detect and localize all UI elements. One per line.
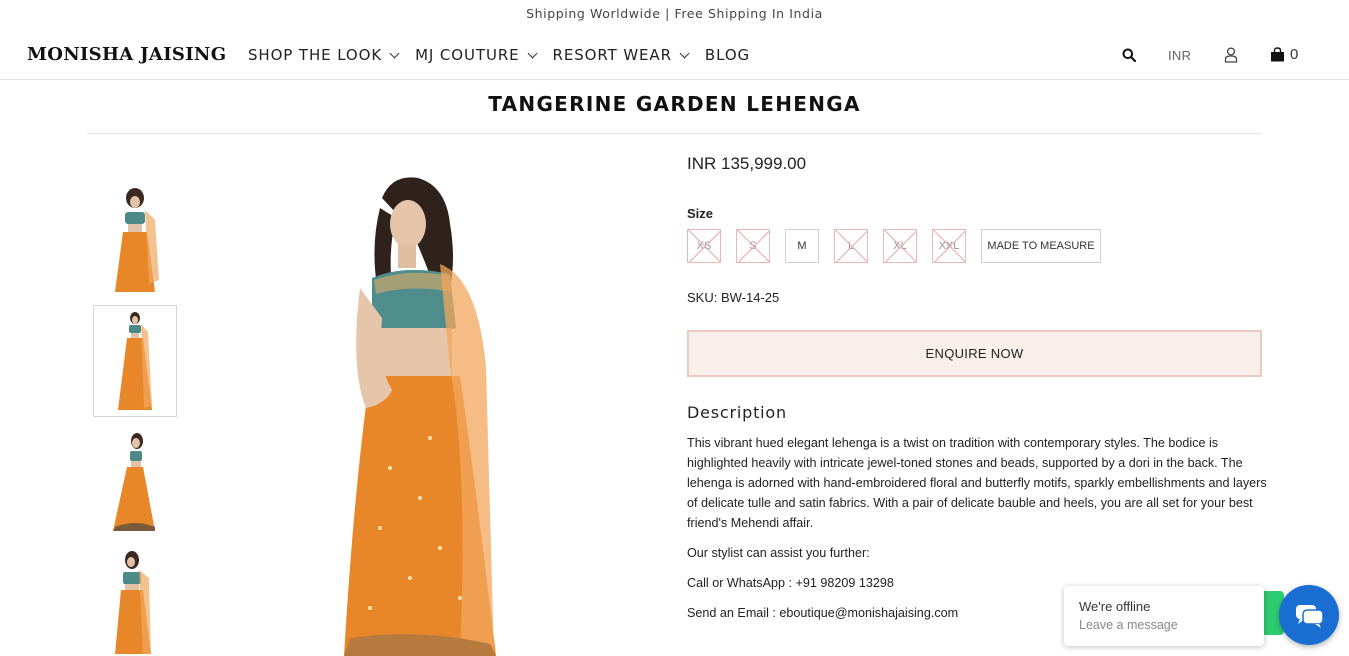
cart-count[interactable]: 0 (1290, 46, 1298, 63)
nav-blog[interactable]: BLOG (705, 46, 750, 64)
currency-selector[interactable]: INR (1168, 48, 1191, 63)
chevron-down-icon (389, 48, 400, 58)
product-title: TANGERINE GARDEN LEHENGA (87, 90, 1262, 134)
size-option-s-unavailable[interactable]: S (736, 229, 770, 263)
contact-email: Send an Email : eboutique@monishajaising… (687, 606, 959, 620)
size-selector: XS S M L XL XXL MADE TO MEASURE (687, 229, 1107, 263)
size-option-xl-unavailable[interactable]: XL (883, 229, 917, 263)
nav-resort-wear[interactable]: RESORT WEAR (552, 46, 690, 64)
search-icon[interactable] (1122, 48, 1136, 62)
chat-leave-message: Leave a message (1079, 618, 1178, 632)
product-thumbnail[interactable] (93, 423, 177, 535)
size-label: Size (687, 206, 714, 221)
product-thumbnail-image (118, 312, 152, 410)
nav-shop-the-look[interactable]: SHOP THE LOOK (248, 46, 400, 64)
site-logo[interactable]: MONISHA JAISING (27, 44, 226, 65)
chat-bubble-icon (1296, 605, 1324, 628)
chat-offline-popup[interactable]: We're offline Leave a message (1064, 586, 1264, 646)
contact-phone: Call or WhatsApp : +91 98209 13298 (687, 576, 894, 590)
product-thumbnail-active[interactable] (93, 305, 177, 417)
nav-label: RESORT WEAR (552, 46, 672, 64)
size-option-m[interactable]: M (785, 229, 819, 263)
chevron-down-icon (527, 48, 537, 58)
enquire-now-button[interactable]: ENQUIRE NOW (687, 330, 1262, 377)
nav-mj-couture[interactable]: MJ COUTURE (415, 46, 537, 64)
chat-status: We're offline (1079, 599, 1151, 614)
shopping-bag-icon[interactable] (1270, 47, 1285, 62)
announcement-bar: Shipping Worldwide | Free Shipping In In… (526, 6, 823, 21)
product-sku: SKU: BW-14-25 (687, 290, 780, 305)
chevron-down-icon (679, 48, 690, 58)
stylist-note: Our stylist can assist you further: (687, 546, 870, 560)
product-main-image[interactable] (300, 168, 520, 656)
chat-launcher-button[interactable] (1279, 585, 1339, 645)
nav-label: MJ COUTURE (415, 46, 520, 64)
nav-label: BLOG (704, 46, 751, 64)
description-heading: Description (687, 403, 787, 422)
site-header: MONISHA JAISING SHOP THE LOOK MJ COUTURE… (0, 36, 1349, 80)
product-price: INR 135,999.00 (687, 154, 807, 173)
product-thumbnail[interactable] (93, 542, 177, 654)
product-thumbnail[interactable] (93, 180, 177, 292)
header-actions: INR 0 (1122, 46, 1312, 66)
size-option-l-unavailable[interactable]: L (834, 229, 868, 263)
user-icon[interactable] (1224, 47, 1238, 63)
size-option-xs-unavailable[interactable]: XS (687, 229, 721, 263)
size-option-xxl-unavailable[interactable]: XXL (932, 229, 966, 263)
nav-label: SHOP THE LOOK (248, 46, 383, 64)
size-option-made-to-measure[interactable]: MADE TO MEASURE (981, 229, 1101, 263)
product-description: This vibrant hued elegant lehenga is a t… (687, 436, 1267, 530)
main-nav: SHOP THE LOOK MJ COUTURE RESORT WEAR BLO… (248, 46, 750, 64)
